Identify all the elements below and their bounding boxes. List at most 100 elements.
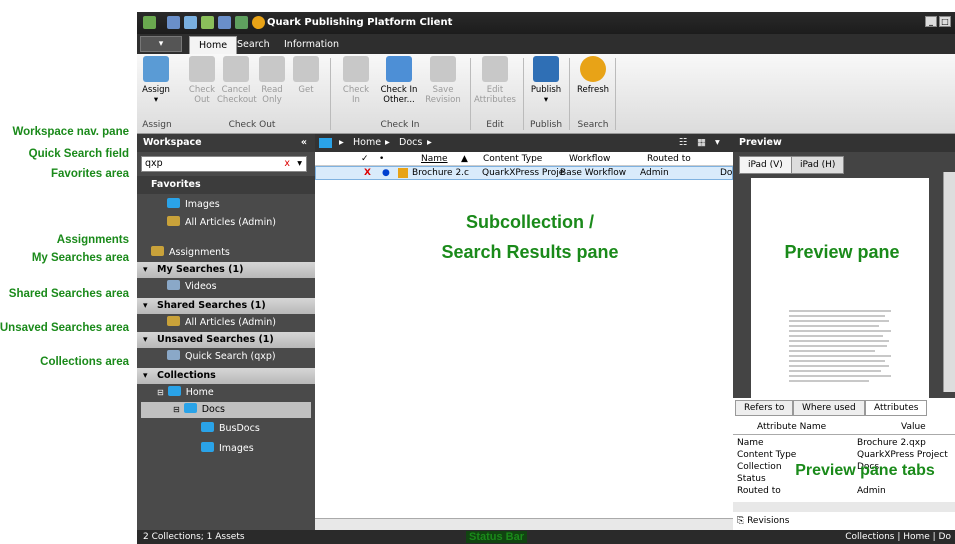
unsaved-search-item[interactable]: Quick Search (qxp) [167, 350, 276, 364]
edit-attributes-button[interactable]: Edit Attributes [473, 56, 517, 105]
toolbar-icon[interactable] [218, 16, 231, 29]
status-right: Collections | Home | Do [845, 532, 951, 542]
tab-information[interactable]: Information [275, 36, 348, 54]
app-menu-button[interactable]: ▾ [140, 36, 182, 52]
my-searches-header[interactable]: My Searches (1) [137, 262, 315, 278]
view-list-icon[interactable]: ☷ [679, 134, 688, 152]
favorite-item[interactable]: All Articles (Admin) [167, 216, 276, 230]
tab-search[interactable]: Search [228, 36, 279, 54]
folder-icon [201, 422, 214, 432]
preview-header: Preview [733, 134, 955, 152]
group-publish: Publish [529, 120, 563, 130]
annotation-status-bar: Status Bar [466, 531, 528, 543]
group-search: Search [577, 120, 609, 130]
ribbon-separator [523, 58, 524, 130]
annotation-subcollection-line1: Subcollection / [465, 212, 594, 232]
attr-header-name: Attribute Name [757, 422, 827, 432]
revisions-panel[interactable]: ⎘ Revisions [737, 516, 789, 526]
read-only-icon [259, 56, 285, 82]
folder-icon [183, 403, 197, 413]
refresh-button[interactable]: Refresh [573, 56, 613, 95]
quick-search-input[interactable]: qxp x ▾ [141, 156, 307, 172]
collection-images[interactable]: Images [201, 442, 254, 456]
favorites-header[interactable]: Favorites [137, 176, 315, 194]
get-button[interactable]: Get [287, 56, 325, 95]
read-only-button[interactable]: Read Only [253, 56, 291, 105]
annotation-my-searches: My Searches area [31, 252, 129, 264]
unsaved-searches-header[interactable]: Unsaved Searches (1) [137, 332, 315, 348]
assignments-item[interactable]: Assignments [151, 246, 230, 260]
breadcrumb-docs[interactable]: Docs [399, 134, 422, 152]
check-in-icon [343, 56, 369, 82]
group-check-in: Check In [380, 120, 420, 130]
breadcrumb-home[interactable]: Home [353, 134, 381, 152]
save-revision-button[interactable]: Save Revision [421, 56, 465, 105]
collections-header[interactable]: Collections [137, 368, 315, 384]
toolbar-icon[interactable] [184, 16, 197, 29]
file-icon [398, 168, 408, 178]
annotation-quick-search: Quick Search field [28, 148, 129, 160]
search-icon [167, 280, 180, 290]
check-out-button[interactable]: Check Out [183, 56, 221, 105]
annotation-subcollection-line2: Search Results pane [441, 242, 619, 262]
toolbar-icon[interactable] [167, 16, 180, 29]
workspace-pane: Workspace « qxp x ▾ Favorites Images All Ar… [137, 134, 315, 530]
refresh-icon[interactable] [252, 16, 265, 29]
collection-busdocs[interactable]: BusDocs [201, 422, 260, 436]
collection-selected-row [141, 402, 311, 418]
group-check-out: Check Out [228, 120, 276, 130]
column-workflow[interactable]: Workflow [569, 152, 610, 166]
minimize-button[interactable]: _ [925, 16, 937, 27]
column-name[interactable]: Name [421, 152, 448, 166]
toolbar-icon[interactable] [201, 16, 214, 29]
chevron-down-icon[interactable]: ▾ [297, 157, 302, 171]
collection-docs[interactable]: ⊟ Docs [173, 403, 225, 417]
view-options-icon[interactable]: ▾ [715, 134, 720, 152]
ribbon-separator [569, 58, 570, 130]
search-icon [167, 316, 180, 326]
check-in-other-button[interactable]: Check In Other... [376, 56, 422, 105]
favorite-item[interactable]: Images [167, 198, 220, 212]
column-content-type[interactable]: Content Type [483, 152, 542, 166]
column-routed-to[interactable]: Routed to [647, 152, 691, 166]
my-search-item[interactable]: Videos [167, 280, 217, 294]
maximize-button[interactable]: □ [939, 16, 951, 27]
refresh-icon [580, 56, 606, 82]
table-row[interactable]: X ● Brochure 2.c QuarkXPress Proje Base … [315, 166, 733, 180]
check-in-button[interactable]: Check In [337, 56, 375, 105]
collection-home[interactable]: ⊟ Home [157, 386, 214, 400]
search-icon [167, 216, 180, 226]
cancel-checkout-button[interactable]: Cancel Checkout [217, 56, 257, 105]
attr-header-value: Value [901, 422, 926, 432]
tab-where-used[interactable]: Where used [793, 400, 865, 416]
view-grid-icon[interactable]: ▦ [697, 134, 706, 152]
breadcrumb: ▸ Home ▸ Docs ▸ ☷ ▦ ▾ [315, 134, 733, 152]
horizontal-scrollbar[interactable] [315, 518, 733, 530]
save-revision-icon [430, 56, 456, 82]
status-left: 2 Collections; 1 Assets [143, 532, 245, 542]
vertical-scrollbar[interactable] [943, 172, 955, 392]
toolbar-icon[interactable] [235, 16, 248, 29]
page-text-lines [789, 310, 891, 382]
ribbon-separator [330, 58, 331, 130]
clear-icon[interactable]: x [284, 157, 290, 171]
annotation-preview-tabs: Preview pane tabs [795, 462, 935, 479]
app-logo-icon [143, 16, 156, 29]
search-icon [167, 350, 180, 360]
assign-button[interactable]: Assign ▾ [137, 56, 175, 105]
tab-refers-to[interactable]: Refers to [735, 400, 794, 416]
tab-ipad-h[interactable]: iPad (H) [791, 156, 845, 174]
assignments-icon [151, 246, 164, 256]
shared-search-item[interactable]: All Articles (Admin) [167, 316, 276, 330]
window-title: Quark Publishing Platform Client [267, 17, 453, 28]
tab-ipad-v[interactable]: iPad (V) [739, 156, 792, 174]
tab-attributes[interactable]: Attributes [865, 400, 928, 416]
shared-searches-header[interactable]: Shared Searches (1) [137, 298, 315, 314]
publish-button[interactable]: Publish ▾ [526, 56, 566, 105]
folder-icon [201, 442, 214, 452]
assign-icon [143, 56, 169, 82]
collapse-icon[interactable]: « [301, 134, 307, 152]
cancel-checkout-icon [223, 56, 249, 82]
group-edit: Edit [486, 120, 504, 130]
annotation-collections: Collections area [40, 356, 129, 368]
